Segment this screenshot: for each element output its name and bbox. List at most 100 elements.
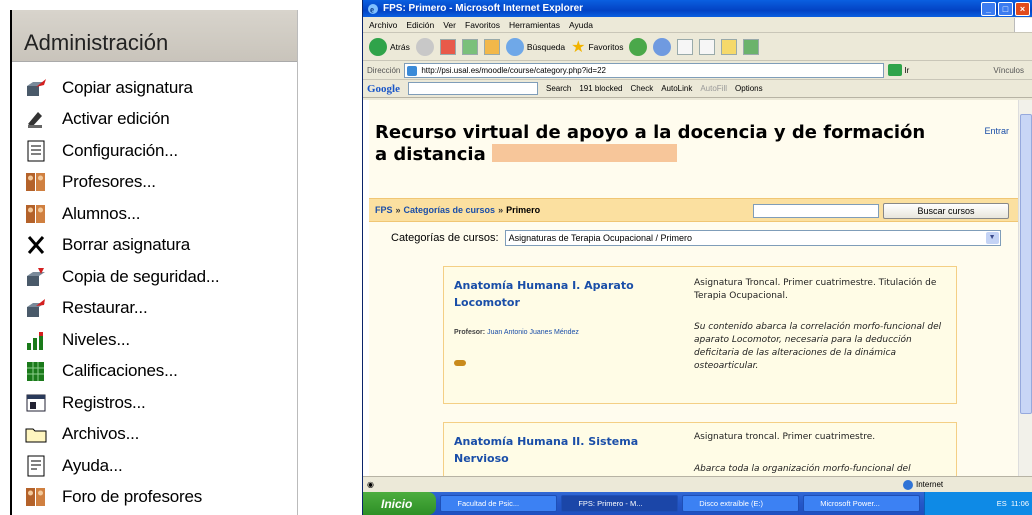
admin-panel-title: Administración	[12, 10, 297, 62]
print-button[interactable]	[677, 38, 694, 55]
taskbar-item-active[interactable]: FPS: Primero - M...	[561, 495, 679, 512]
taskbar-item[interactable]: Microsoft Power...	[803, 495, 921, 512]
history-button[interactable]	[629, 37, 648, 56]
admin-item-help[interactable]: Ayuda...	[12, 450, 297, 482]
category-select[interactable]: Asignaturas de Terapia Ocupacional / Pri…	[504, 230, 1001, 246]
favorites-button[interactable]: ★ Favoritos	[571, 37, 623, 57]
settings-icon	[24, 140, 52, 162]
refresh-button[interactable]	[461, 38, 478, 55]
browser-window: e FPS: Primero - Microsoft Internet Expl…	[362, 0, 1032, 515]
google-logo[interactable]: Google	[367, 83, 400, 95]
status-ie-icon: ◉	[367, 480, 374, 489]
stop-button[interactable]	[439, 38, 456, 55]
forward-button[interactable]	[415, 37, 434, 56]
options-button[interactable]: Options	[735, 84, 763, 93]
address-value: http://psi.usal.es/moodle/course/categor…	[421, 65, 606, 75]
breadcrumb-categories[interactable]: Categorías de cursos	[404, 205, 496, 215]
google-search-button[interactable]: Search	[546, 84, 571, 93]
teacher-label: Profesor:	[454, 329, 486, 336]
status-bar: ◉ Internet	[363, 476, 1032, 492]
favorites-label: Favoritos	[588, 41, 624, 52]
admin-item-files[interactable]: Archivos...	[12, 419, 297, 451]
admin-item-delete[interactable]: Borrar asignatura	[12, 230, 297, 262]
maximize-button[interactable]: □	[998, 1, 1013, 16]
go-button[interactable]: Ir	[888, 64, 909, 76]
scrollbar-thumb[interactable]	[1020, 114, 1032, 414]
folder-button[interactable]	[721, 38, 738, 55]
edit-icon	[24, 108, 52, 130]
course-name-link[interactable]: Anatomía Humana I. Aparato Locomotor	[454, 277, 674, 311]
edit-page-button[interactable]	[699, 38, 716, 55]
search-button[interactable]: Búsqueda	[505, 37, 565, 56]
menu-edit[interactable]: Edición	[406, 20, 434, 30]
admin-item-label: Niveles...	[62, 329, 130, 349]
backup-icon	[24, 266, 52, 288]
chevron-down-icon[interactable]: ▼	[985, 232, 999, 244]
course-box: Anatomía Humana I. Aparato Locomotor Pro…	[443, 266, 957, 404]
start-button[interactable]: Inicio	[363, 492, 437, 515]
admin-item-label: Registros...	[62, 392, 146, 412]
window-title: FPS: Primero - Microsoft Internet Explor…	[383, 3, 584, 14]
mail-button[interactable]	[653, 37, 672, 56]
admin-item-teachers[interactable]: Profesores...	[12, 167, 297, 199]
taskbar: Inicio Facultad de Psic... FPS: Primero …	[363, 492, 1032, 515]
admin-item-logs[interactable]: Registros...	[12, 387, 297, 419]
back-arrow-icon	[369, 37, 387, 56]
admin-item-label: Restaurar...	[62, 298, 148, 318]
login-link[interactable]: Entrar	[984, 126, 1009, 136]
admin-item-settings[interactable]: Configuración...	[12, 135, 297, 167]
clock: 11:06	[1010, 499, 1030, 508]
title-bar: e FPS: Primero - Microsoft Internet Expl…	[363, 0, 1032, 17]
windows-logo-icon	[1014, 17, 1032, 32]
menu-tools[interactable]: Herramientas	[509, 20, 560, 30]
system-tray: ES 11:06	[924, 492, 1032, 515]
messenger-button[interactable]	[743, 38, 760, 55]
home-button[interactable]	[483, 38, 500, 55]
breadcrumb-separator: »	[498, 205, 504, 215]
folder-icon	[24, 423, 52, 445]
menu-bar: Archivo Edición Ver Favoritos Herramient…	[363, 17, 1032, 33]
menu-view[interactable]: Ver	[443, 20, 456, 30]
popup-blocked-count[interactable]: 191 blocked	[579, 84, 622, 93]
autolink-button[interactable]: AutoLink	[661, 84, 692, 93]
admin-item-restore[interactable]: Restaurar...	[12, 293, 297, 325]
language-indicator[interactable]: ES	[997, 499, 1007, 508]
search-courses-button[interactable]: Buscar cursos	[883, 203, 1009, 219]
admin-item-label: Archivos...	[62, 424, 140, 444]
close-button[interactable]: ×	[1015, 1, 1030, 16]
course-name-link[interactable]: Anatomía Humana II. Sistema Nervioso	[454, 433, 674, 467]
google-search-input[interactable]	[408, 82, 538, 95]
address-label: Dirección	[367, 65, 401, 75]
start-label: Inicio	[381, 496, 413, 511]
grades-icon	[24, 360, 52, 382]
vertical-scrollbar[interactable]	[1018, 100, 1032, 476]
menu-file[interactable]: Archivo	[369, 20, 397, 30]
admin-item-scales[interactable]: Niveles...	[12, 324, 297, 356]
search-icon	[505, 37, 524, 56]
address-input[interactable]: http://psi.usal.es/moodle/course/categor…	[404, 62, 885, 78]
taskbar-item[interactable]: Disco extraíble (E:)	[682, 495, 800, 512]
minimize-button[interactable]: _	[981, 1, 996, 16]
admin-item-teacher-forum[interactable]: Foro de profesores	[12, 482, 297, 514]
taskbar-item[interactable]: Facultad de Psic...	[440, 495, 558, 512]
admin-item-grades[interactable]: Calificaciones...	[12, 356, 297, 388]
course-search-input[interactable]	[753, 204, 879, 218]
admin-item-label: Copia de seguridad...	[62, 266, 220, 286]
zone-label: Internet	[916, 480, 944, 489]
favorites-star-icon: ★	[571, 38, 586, 56]
admin-panel: Administración Copiar asignatura Activar…	[10, 10, 298, 515]
menu-help[interactable]: Ayuda	[569, 20, 593, 30]
admin-item-copy-course[interactable]: Copiar asignatura	[12, 72, 297, 104]
menu-favorites[interactable]: Favoritos	[465, 20, 500, 30]
course-box: Anatomía Humana II. Sistema Nervioso Asi…	[443, 422, 957, 476]
breadcrumb-root[interactable]: FPS	[375, 205, 393, 215]
autofill-button[interactable]: AutoFill	[700, 84, 727, 93]
admin-item-edit[interactable]: Activar edición	[12, 104, 297, 136]
spell-check-button[interactable]: Check	[631, 84, 654, 93]
admin-item-students[interactable]: Alumnos...	[12, 198, 297, 230]
admin-item-backup[interactable]: Copia de seguridad...	[12, 261, 297, 293]
links-label[interactable]: Vínculos	[993, 66, 1032, 75]
key-icon	[454, 360, 466, 366]
teacher-link[interactable]: Juan Antonio Juanes Méndez	[487, 329, 579, 336]
back-button[interactable]: Atrás	[369, 37, 410, 56]
